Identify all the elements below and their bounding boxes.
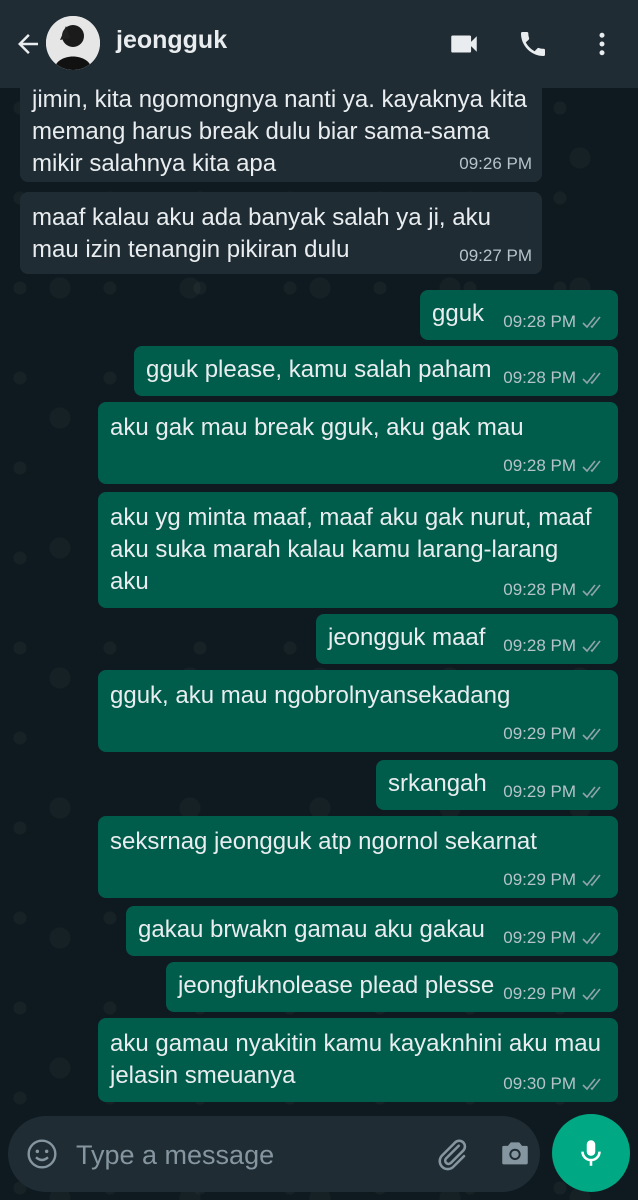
message-text: aku gak mau break gguk, aku gak mau <box>110 414 524 441</box>
message-time: 09:26 PM <box>459 154 532 173</box>
outgoing-message[interactable]: gguk, aku mau ngobrolnyansekadang 09:29 … <box>98 670 618 752</box>
phone-icon[interactable] <box>515 26 551 62</box>
outgoing-message[interactable]: gakau brwakn gamau aku gakau 09:29 PM <box>126 906 618 956</box>
message-time: 09:30 PM <box>503 1074 608 1094</box>
incoming-message[interactable]: maaf kalau aku ada banyak salah ya ji, a… <box>20 192 542 274</box>
message-list[interactable]: jimin, kita ngomongnya nanti ya. kayakny… <box>0 74 638 1108</box>
outgoing-message[interactable]: aku gak mau break gguk, aku gak mau 09:2… <box>98 402 618 484</box>
message-time: 09:28 PM <box>503 636 608 656</box>
message-text: srkangah <box>388 770 487 797</box>
double-tick-icon <box>582 932 601 945</box>
outgoing-message[interactable]: gguk 09:28 PM <box>420 290 618 340</box>
microphone-icon <box>581 1140 601 1166</box>
message-time: 09:29 PM <box>503 870 608 890</box>
outgoing-message[interactable]: aku gamau nyakitin kamu kayaknhini aku m… <box>98 1018 618 1102</box>
message-text: gguk please, kamu salah paham <box>146 356 492 383</box>
attach-icon[interactable] <box>434 1136 470 1172</box>
double-tick-icon <box>582 1078 601 1091</box>
message-time: 09:29 PM <box>503 928 608 948</box>
message-time: 09:28 PM <box>503 312 608 332</box>
contact-name[interactable]: jeongguk <box>116 26 227 55</box>
video-call-icon[interactable] <box>446 26 482 62</box>
outgoing-message[interactable]: seksrnag jeongguk atp ngornol sekarnat 0… <box>98 816 618 898</box>
outgoing-message[interactable]: aku yg minta maaf, maaf aku gak nurut, m… <box>98 492 618 608</box>
message-input[interactable] <box>74 1134 408 1176</box>
emoji-icon[interactable] <box>26 1138 58 1170</box>
outgoing-message[interactable]: srkangah 09:29 PM <box>376 760 618 810</box>
message-time: 09:29 PM <box>503 984 608 1004</box>
double-tick-icon <box>582 316 601 329</box>
message-text: seksrnag jeongguk atp ngornol sekarnat <box>110 828 537 855</box>
message-time: 09:29 PM <box>503 782 608 802</box>
double-tick-icon <box>582 584 601 597</box>
outgoing-message[interactable]: jeongguk maaf 09:28 PM <box>316 614 618 664</box>
message-time: 09:27 PM <box>459 246 532 265</box>
message-time: 09:29 PM <box>503 724 608 744</box>
more-vert-icon[interactable] <box>584 26 620 62</box>
double-tick-icon <box>582 728 601 741</box>
message-text: gakau brwakn gamau aku gakau <box>138 916 485 943</box>
message-time: 09:28 PM <box>503 580 608 600</box>
message-text: jeongguk maaf <box>328 624 486 651</box>
message-text: maaf kalau aku ada banyak salah ya ji, a… <box>32 204 491 263</box>
outgoing-message[interactable]: gguk please, kamu salah paham 09:28 PM <box>134 346 618 396</box>
message-text: gguk, aku mau ngobrolnyansekadang <box>110 682 511 709</box>
message-time: 09:28 PM <box>503 368 608 388</box>
double-tick-icon <box>582 874 601 887</box>
avatar[interactable] <box>46 16 100 70</box>
double-tick-icon <box>582 786 601 799</box>
message-composer <box>8 1116 540 1192</box>
camera-icon[interactable] <box>498 1136 534 1172</box>
double-tick-icon <box>582 460 601 473</box>
message-time: 09:28 PM <box>503 456 608 476</box>
incoming-message[interactable]: jimin, kita ngomongnya nanti ya. kayakny… <box>20 74 542 182</box>
microphone-button[interactable] <box>552 1114 630 1192</box>
double-tick-icon <box>582 640 601 653</box>
message-text: gguk <box>432 300 485 327</box>
double-tick-icon <box>582 988 601 1001</box>
outgoing-message[interactable]: jeongfuknolease plead plesse 09:29 PM <box>166 962 618 1012</box>
back-arrow-icon[interactable] <box>10 26 46 62</box>
double-tick-icon <box>582 372 601 385</box>
message-text: jeongfuknolease plead plesse <box>178 972 495 999</box>
message-text: jimin, kita ngomongnya nanti ya. kayakny… <box>32 86 527 177</box>
